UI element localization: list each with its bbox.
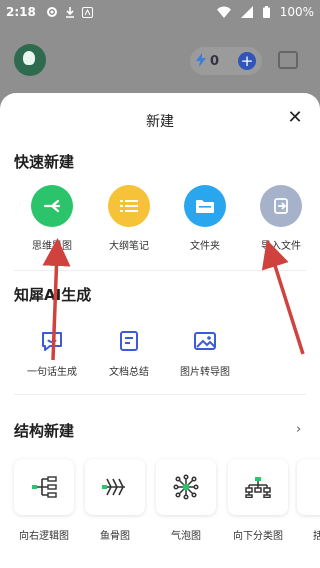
points-count: 0 xyxy=(210,53,220,69)
app-bar: 0 + xyxy=(0,24,320,90)
ai-item-label: 一句话生成 xyxy=(27,367,77,378)
template-icon[interactable] xyxy=(278,51,298,69)
download-icon xyxy=(64,6,76,18)
status-time: 2:18 xyxy=(6,5,36,19)
chat-smile-icon xyxy=(40,329,64,353)
close-icon[interactable]: ✕ xyxy=(284,107,306,129)
bubble-chart-icon xyxy=(156,459,216,515)
outline-list-icon xyxy=(108,185,150,227)
ai-item-label: 图片转导图 xyxy=(180,367,230,378)
bracket-chart-icon xyxy=(297,459,320,515)
settings-gear-icon xyxy=(46,6,58,18)
quick-item-label: 思维导图 xyxy=(32,241,72,252)
structure-item-fishbone[interactable]: 鱼骨图 xyxy=(83,459,147,542)
fishbone-icon xyxy=(85,459,145,515)
ai-item-doc-summary[interactable]: 文档总结 xyxy=(89,329,169,378)
status-bar: 2:18 100% xyxy=(0,0,320,24)
image-icon xyxy=(193,329,217,353)
points-pill[interactable]: 0 + xyxy=(190,47,262,75)
structure-section-title: 结构新建 xyxy=(14,422,75,440)
quick-item-mindmap[interactable]: 思维导图 xyxy=(17,185,87,252)
ai-item-one-sentence[interactable]: 一句话生成 xyxy=(12,329,92,378)
structure-item-down-category[interactable]: 向下分类图 xyxy=(226,459,290,542)
structure-item-bubble[interactable]: 气泡图 xyxy=(154,459,218,542)
lightning-icon xyxy=(196,52,206,71)
right-logic-chart-icon xyxy=(14,459,74,515)
quick-item-label: 大纲笔记 xyxy=(109,241,149,252)
quick-item-import[interactable]: 导入文件 xyxy=(246,185,316,252)
quick-section-title: 快速新建 xyxy=(14,153,75,171)
document-icon xyxy=(117,329,141,353)
quick-item-label: 导入文件 xyxy=(261,241,301,252)
quick-item-outline[interactable]: 大纲笔记 xyxy=(94,185,164,252)
structure-item-bracket[interactable]: 括 xyxy=(297,459,320,542)
quick-item-folder[interactable]: 文件夹 xyxy=(170,185,240,252)
structure-item-label: 括 xyxy=(313,531,320,542)
app-notification-icon xyxy=(81,6,93,18)
divider xyxy=(14,394,306,395)
signal-icon xyxy=(240,6,253,18)
chevron-right-icon[interactable]: › xyxy=(296,422,308,437)
structure-item-label: 向下分类图 xyxy=(233,531,283,542)
structure-item-right-logic[interactable]: 向右逻辑图 xyxy=(12,459,76,542)
ai-section-title: 知犀AI生成 xyxy=(14,286,92,304)
quick-item-label: 文件夹 xyxy=(190,241,220,252)
divider xyxy=(14,270,306,271)
new-sheet: 新建 ✕ 快速新建 思维导图 大纲笔记 文件夹 导入文件 知犀AI生成 一句话生… xyxy=(0,93,320,568)
avatar[interactable] xyxy=(14,44,46,76)
ai-item-image-to-map[interactable]: 图片转导图 xyxy=(165,329,245,378)
battery-icon xyxy=(262,6,270,18)
battery-level: 100% xyxy=(279,5,314,19)
add-icon[interactable]: + xyxy=(238,52,256,70)
wifi-icon xyxy=(216,6,231,18)
structure-item-label: 向右逻辑图 xyxy=(19,531,69,542)
import-file-icon xyxy=(260,185,302,227)
sheet-title: 新建 xyxy=(146,114,174,130)
ai-item-label: 文档总结 xyxy=(109,367,149,378)
mindmap-icon xyxy=(31,185,73,227)
structure-item-label: 鱼骨图 xyxy=(100,531,130,542)
structure-item-label: 气泡图 xyxy=(171,531,201,542)
org-chart-icon xyxy=(228,459,288,515)
folder-icon xyxy=(184,185,226,227)
